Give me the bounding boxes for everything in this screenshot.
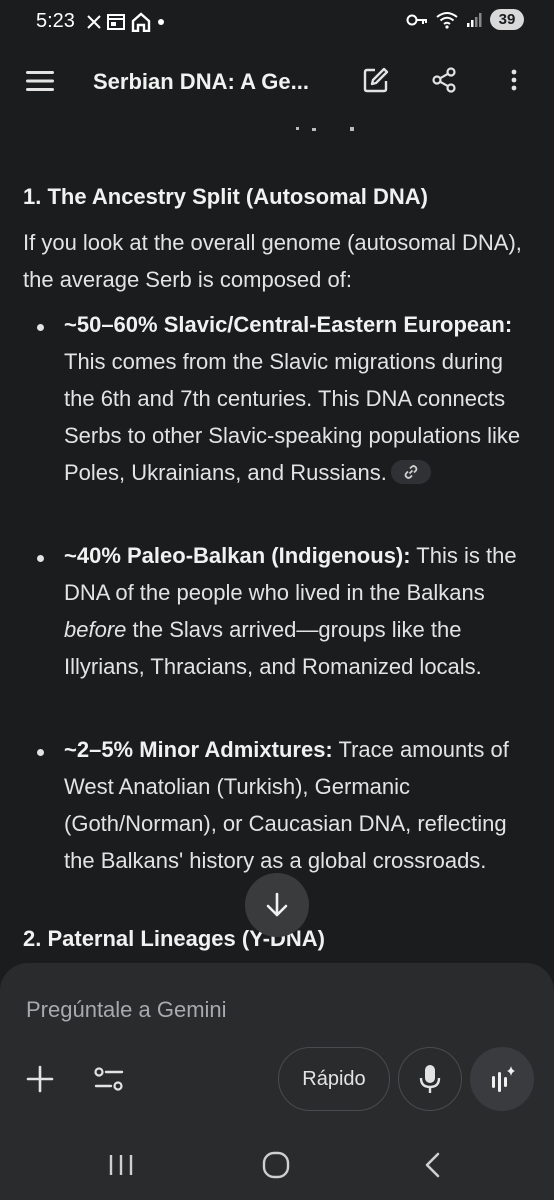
source-link-chip[interactable]	[390, 460, 431, 485]
dot-icon	[158, 19, 164, 25]
link-icon	[404, 465, 418, 480]
home-icon	[131, 12, 151, 32]
bullet-paleo-balkan: ~40% Paleo-Balkan (Indigenous): This is …	[64, 537, 534, 685]
microphone-icon	[419, 1065, 441, 1093]
share-icon[interactable]	[430, 66, 458, 94]
model-mode-label: Rápido	[302, 1067, 366, 1090]
live-mode-button[interactable]	[470, 1047, 534, 1111]
tools-icon[interactable]	[92, 1063, 126, 1095]
bullet-paleo-bold: ~40% Paleo-Balkan (Indigenous):	[64, 543, 411, 568]
edit-icon[interactable]	[362, 66, 390, 94]
prompt-input[interactable]: Pregúntale a Gemini	[26, 997, 227, 1023]
signal-icon	[467, 12, 482, 27]
bullet-paleo-italic: before	[64, 617, 127, 642]
status-time: 5:23	[36, 10, 75, 32]
model-mode-button[interactable]: Rápido	[278, 1047, 390, 1111]
conversation-title[interactable]: Serbian DNA: A Ge...	[93, 69, 333, 95]
intro-paragraph: If you look at the overall genome (autos…	[23, 230, 522, 292]
section1-heading: 1. The Ancestry Split (Autosomal DNA)	[23, 184, 429, 209]
bullet-dot	[37, 324, 44, 331]
more-vert-icon[interactable]	[500, 66, 528, 94]
back-icon[interactable]	[422, 1151, 442, 1179]
recent-apps-icon[interactable]	[108, 1153, 134, 1177]
wifi-icon	[436, 11, 458, 29]
voice-input-button[interactable]	[398, 1047, 462, 1111]
response-content: 1. The Ancestry Split (Autosomal DNA) If…	[0, 114, 554, 964]
home-nav-icon[interactable]	[262, 1151, 290, 1179]
key-icon	[406, 14, 427, 25]
calendar-icon	[107, 14, 125, 30]
bullet-slavic-bold: ~50–60% Slavic/Central-Eastern European:	[64, 312, 513, 337]
arrow-down-icon	[266, 892, 288, 917]
app-bar: Serbian DNA: A Ge...	[0, 48, 554, 114]
battery-indicator: 39	[490, 9, 524, 30]
gemini-live-icon	[492, 1066, 515, 1092]
status-system-icons: 39	[406, 9, 524, 30]
bullet-slavic: ~50–60% Slavic/Central-Eastern European:…	[64, 306, 534, 491]
bullet-slavic-text: This comes from the Slavic migrations du…	[64, 349, 521, 485]
menu-icon[interactable]	[24, 68, 56, 94]
bullet-minor-bold: ~2–5% Minor Admixtures:	[64, 737, 333, 762]
scroll-down-button[interactable]	[245, 873, 309, 937]
bullet-dot	[37, 555, 44, 562]
prompt-panel: Pregúntale a Gemini Rápido	[0, 963, 554, 1123]
system-nav-bar	[0, 1123, 554, 1200]
bullet-dot	[37, 749, 44, 756]
status-bar: 5:23 39	[0, 0, 554, 44]
cropped-text-fragment	[296, 127, 354, 131]
bullet-paleo-text-after: the Slavs arrived—groups like the Illyri…	[64, 617, 482, 679]
status-notification-icons	[86, 12, 166, 32]
add-icon[interactable]	[24, 1063, 56, 1095]
x-icon	[87, 15, 101, 29]
bullet-minor-admixtures: ~2–5% Minor Admixtures: Trace amounts of…	[64, 731, 534, 879]
